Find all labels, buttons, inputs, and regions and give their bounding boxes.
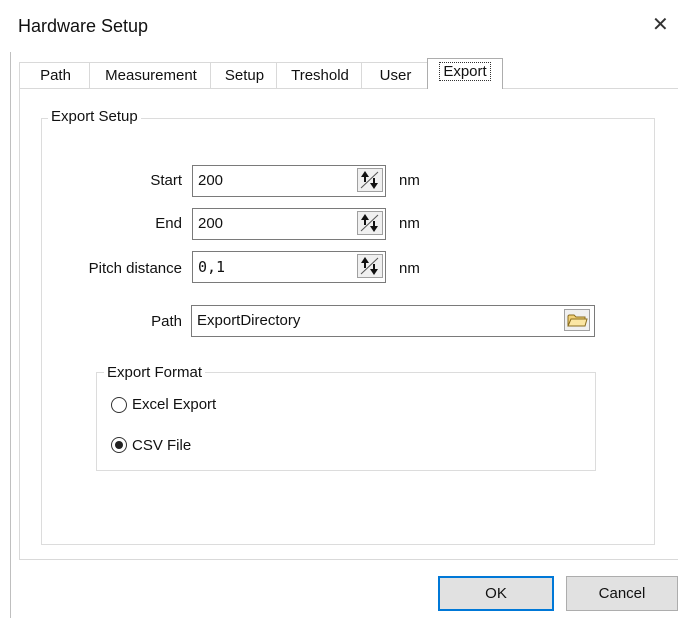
end-spin-button[interactable]	[357, 211, 383, 235]
pitch-distance-unit: nm	[399, 260, 420, 277]
tab-treshold[interactable]: Treshold	[276, 62, 364, 88]
start-value: 200	[198, 172, 224, 189]
spin-arrows-icon	[360, 171, 379, 189]
ok-button[interactable]: OK	[438, 576, 554, 611]
pitch-distance-value: 0,1	[198, 258, 226, 276]
tab-user[interactable]: User	[361, 62, 430, 88]
folder-icon	[567, 314, 588, 327]
end-label: End	[155, 215, 182, 232]
export-format-group	[96, 372, 596, 471]
end-spinbox[interactable]: 200	[192, 208, 386, 240]
export-setup-group-label: Export Setup	[48, 108, 141, 125]
browse-folder-button[interactable]	[564, 309, 590, 331]
hardware-setup-dialog: Hardware Setup ✕ Path Measurement Setup …	[0, 0, 678, 618]
tab-export[interactable]: Export	[427, 58, 503, 89]
path-label: Path	[151, 313, 182, 330]
window-left-edge	[10, 52, 11, 618]
cancel-button[interactable]: Cancel	[566, 576, 678, 611]
csv-file-label[interactable]: CSV File	[132, 437, 191, 454]
tab-path[interactable]: Path	[19, 62, 92, 88]
excel-export-radio[interactable]	[111, 397, 127, 413]
spin-arrows-icon	[360, 214, 379, 232]
end-unit: nm	[399, 215, 420, 232]
close-icon[interactable]: ✕	[652, 15, 669, 35]
csv-file-radio[interactable]	[111, 437, 127, 453]
export-path-value: ExportDirectory	[197, 312, 301, 329]
start-unit: nm	[399, 172, 420, 189]
pitch-distance-label: Pitch distance	[88, 260, 182, 277]
title-bar: Hardware Setup ✕	[0, 0, 678, 52]
export-path-field[interactable]: ExportDirectory	[191, 305, 595, 337]
window-title: Hardware Setup	[18, 16, 149, 36]
tab-setup[interactable]: Setup	[210, 62, 279, 88]
tab-measurement[interactable]: Measurement	[89, 62, 213, 88]
pitch-distance-spinbox[interactable]: 0,1	[192, 251, 386, 283]
pitch-spin-button[interactable]	[357, 254, 383, 278]
export-format-group-label: Export Format	[104, 364, 206, 381]
spin-arrows-icon	[360, 257, 379, 275]
tab-export-label: Export	[439, 62, 491, 81]
excel-export-label[interactable]: Excel Export	[132, 396, 216, 413]
start-spinbox[interactable]: 200	[192, 165, 386, 197]
end-value: 200	[198, 215, 224, 232]
start-label: Start	[150, 172, 182, 189]
start-spin-button[interactable]	[357, 168, 383, 192]
